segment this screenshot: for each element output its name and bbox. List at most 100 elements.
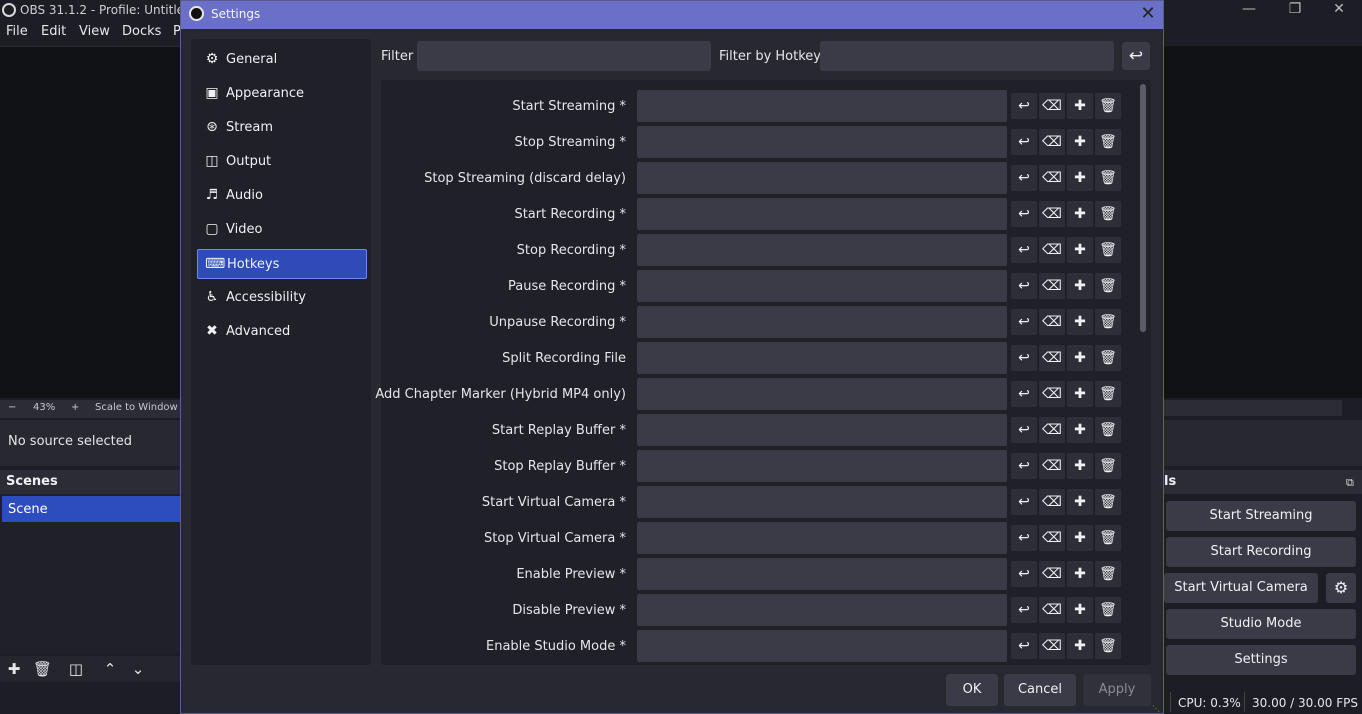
add-icon[interactable]: ✚ <box>1067 597 1093 623</box>
delete-icon[interactable]: 🗑 <box>1095 453 1121 479</box>
clear-icon[interactable]: ⌫ <box>1039 165 1065 191</box>
hotkey-input[interactable] <box>637 414 1007 446</box>
close-icon[interactable]: ✕ <box>1136 2 1160 26</box>
revert-icon[interactable]: ↩ <box>1011 525 1037 551</box>
hotkey-input[interactable] <box>637 342 1007 374</box>
hotkey-input[interactable] <box>637 486 1007 518</box>
delete-icon[interactable]: 🗑 <box>1095 633 1121 659</box>
clear-icon[interactable]: ⌫ <box>1039 93 1065 119</box>
ok-button[interactable]: OK <box>946 674 998 706</box>
hotkey-input[interactable] <box>637 630 1007 662</box>
delete-icon[interactable]: 🗑 <box>1095 489 1121 515</box>
sidebar-item-accessibility[interactable]: ♿ Accessibility <box>197 283 367 313</box>
delete-icon[interactable]: 🗑 <box>1095 129 1121 155</box>
delete-icon[interactable]: 🗑 <box>1095 165 1121 191</box>
add-icon[interactable]: ✚ <box>1067 417 1093 443</box>
revert-icon[interactable]: ↩ <box>1011 489 1037 515</box>
sidebar-item-advanced[interactable]: ✖ Advanced <box>197 317 367 347</box>
hotkey-input[interactable] <box>637 234 1007 266</box>
clear-icon[interactable]: ⌫ <box>1039 561 1065 587</box>
revert-icon[interactable]: ↩ <box>1011 417 1037 443</box>
hotkey-input[interactable] <box>637 306 1007 338</box>
reset-filter-icon[interactable]: ↩ <box>1122 42 1150 70</box>
delete-icon[interactable]: 🗑 <box>1095 381 1121 407</box>
revert-icon[interactable]: ↩ <box>1011 165 1037 191</box>
revert-icon[interactable]: ↩ <box>1011 201 1037 227</box>
zoom-out-icon[interactable]: − <box>8 402 16 413</box>
add-icon[interactable]: ✚ <box>1067 93 1093 119</box>
clear-icon[interactable]: ⌫ <box>1039 201 1065 227</box>
scene-filter-icon[interactable]: ◫ <box>67 660 85 678</box>
delete-icon[interactable]: 🗑 <box>1095 561 1121 587</box>
add-icon[interactable]: ✚ <box>1067 165 1093 191</box>
scale-to-window[interactable]: Scale to Window <box>95 402 178 413</box>
add-icon[interactable]: ✚ <box>1067 237 1093 263</box>
menu-file[interactable]: File <box>6 24 28 39</box>
clear-icon[interactable]: ⌫ <box>1039 453 1065 479</box>
cancel-button[interactable]: Cancel <box>1004 674 1076 706</box>
move-up-icon[interactable]: ⌃ <box>101 660 119 678</box>
sidebar-item-stream[interactable]: ⊛ Stream <box>197 113 367 143</box>
delete-icon[interactable]: 🗑 <box>1095 201 1121 227</box>
close-main-icon[interactable]: ✕ <box>1316 0 1362 22</box>
clear-icon[interactable]: ⌫ <box>1039 345 1065 371</box>
filter-by-hotkey-input[interactable] <box>820 41 1114 71</box>
hotkey-input[interactable] <box>637 594 1007 626</box>
delete-icon[interactable]: 🗑 <box>1095 309 1121 335</box>
add-icon[interactable]: ✚ <box>1067 273 1093 299</box>
filter-input[interactable] <box>417 41 711 71</box>
clear-icon[interactable]: ⌫ <box>1039 129 1065 155</box>
start-recording-button[interactable]: Start Recording <box>1166 537 1356 567</box>
revert-icon[interactable]: ↩ <box>1011 273 1037 299</box>
sidebar-item-video[interactable]: ▢ Video <box>197 215 367 245</box>
virtual-camera-settings-gear-icon[interactable]: ⚙ <box>1326 573 1356 603</box>
clear-icon[interactable]: ⌫ <box>1039 633 1065 659</box>
apply-button[interactable]: Apply <box>1083 674 1151 706</box>
minimize-icon[interactable]: — <box>1226 0 1272 22</box>
revert-icon[interactable]: ↩ <box>1011 561 1037 587</box>
clear-icon[interactable]: ⌫ <box>1039 381 1065 407</box>
hotkey-input[interactable] <box>637 378 1007 410</box>
add-icon[interactable]: ✚ <box>1067 489 1093 515</box>
revert-icon[interactable]: ↩ <box>1011 597 1037 623</box>
clear-icon[interactable]: ⌫ <box>1039 309 1065 335</box>
revert-icon[interactable]: ↩ <box>1011 345 1037 371</box>
clear-icon[interactable]: ⌫ <box>1039 597 1065 623</box>
zoom-in-icon[interactable]: + <box>71 402 79 413</box>
studio-mode-button[interactable]: Studio Mode <box>1166 609 1356 639</box>
delete-icon[interactable]: 🗑 <box>1095 237 1121 263</box>
revert-icon[interactable]: ↩ <box>1011 237 1037 263</box>
start-virtual-camera-button[interactable]: Start Virtual Camera <box>1164 573 1318 603</box>
revert-icon[interactable]: ↩ <box>1011 453 1037 479</box>
revert-icon[interactable]: ↩ <box>1011 309 1037 335</box>
add-scene-icon[interactable]: ✚ <box>5 660 23 678</box>
hotkey-input[interactable] <box>637 162 1007 194</box>
sidebar-item-hotkeys[interactable]: ⌨ Hotkeys <box>197 249 367 279</box>
sidebar-item-output[interactable]: ◫ Output <box>197 147 367 177</box>
delete-icon[interactable]: 🗑 <box>1095 417 1121 443</box>
revert-icon[interactable]: ↩ <box>1011 633 1037 659</box>
remove-scene-icon[interactable]: 🗑 <box>33 660 52 678</box>
add-icon[interactable]: ✚ <box>1067 345 1093 371</box>
add-icon[interactable]: ✚ <box>1067 561 1093 587</box>
scrollbar[interactable] <box>1140 84 1146 332</box>
clear-icon[interactable]: ⌫ <box>1039 237 1065 263</box>
delete-icon[interactable]: 🗑 <box>1095 525 1121 551</box>
hotkey-input[interactable] <box>637 450 1007 482</box>
revert-icon[interactable]: ↩ <box>1011 93 1037 119</box>
clear-icon[interactable]: ⌫ <box>1039 273 1065 299</box>
delete-icon[interactable]: 🗑 <box>1095 273 1121 299</box>
clear-icon[interactable]: ⌫ <box>1039 489 1065 515</box>
delete-icon[interactable]: 🗑 <box>1095 345 1121 371</box>
settings-titlebar[interactable] <box>181 1 1163 29</box>
delete-icon[interactable]: 🗑 <box>1095 597 1121 623</box>
hotkey-input[interactable] <box>637 126 1007 158</box>
menu-docks[interactable]: Docks <box>122 24 161 39</box>
preview-area-right[interactable] <box>1164 46 1362 398</box>
sidebar-item-audio[interactable]: ♬ Audio <box>197 181 367 211</box>
settings-button[interactable]: Settings <box>1166 645 1356 675</box>
clear-icon[interactable]: ⌫ <box>1039 525 1065 551</box>
add-icon[interactable]: ✚ <box>1067 633 1093 659</box>
menu-edit[interactable]: Edit <box>41 24 66 39</box>
hotkey-input[interactable] <box>637 198 1007 230</box>
